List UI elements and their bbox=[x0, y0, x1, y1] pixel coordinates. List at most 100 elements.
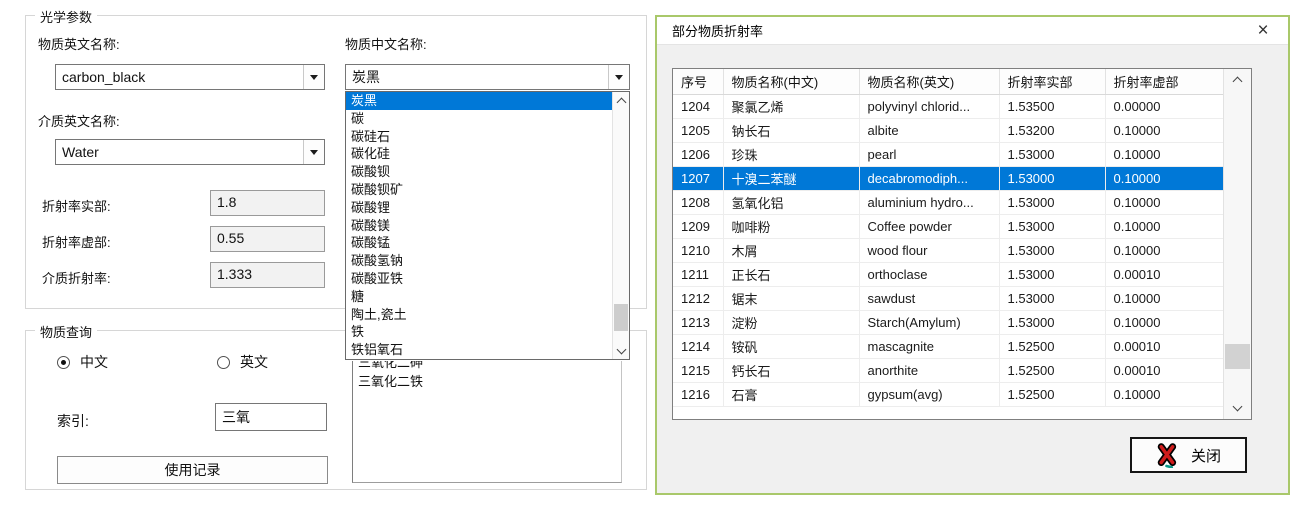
window-titlebar[interactable]: 部分物质折射率 × bbox=[657, 17, 1288, 45]
dropdown-item[interactable]: 碳酸锂 bbox=[346, 199, 612, 217]
list-item-clipped[interactable]: 三氧化二砷 bbox=[353, 361, 621, 373]
chevron-down-icon[interactable] bbox=[303, 65, 324, 89]
table-cell: 咖啡粉 bbox=[723, 214, 859, 238]
table-row[interactable]: 1206珍珠pearl1.530000.10000 bbox=[673, 142, 1223, 166]
scroll-up-icon[interactable] bbox=[613, 94, 629, 110]
close-button-label: 关闭 bbox=[1191, 445, 1221, 466]
chevron-down-icon[interactable] bbox=[608, 65, 629, 89]
dropdown-item[interactable]: 碳酸氢钠 bbox=[346, 252, 612, 270]
close-icon[interactable]: × bbox=[1248, 17, 1278, 44]
table-row[interactable]: 1204聚氯乙烯polyvinyl chlorid...1.535000.000… bbox=[673, 94, 1223, 118]
close-button[interactable]: 关闭 bbox=[1130, 437, 1247, 473]
table-cell: albite bbox=[859, 118, 999, 142]
dropdown-item[interactable]: 碳 bbox=[346, 110, 612, 128]
dropdown-item[interactable]: 碳酸锰 bbox=[346, 234, 612, 252]
radio-selected-icon[interactable] bbox=[57, 356, 70, 369]
radio-english[interactable]: 英文 bbox=[217, 352, 268, 372]
table-cell: 0.10000 bbox=[1105, 142, 1223, 166]
table-cell: 珍珠 bbox=[723, 142, 859, 166]
table-cell: 1212 bbox=[673, 286, 723, 310]
scroll-up-icon[interactable] bbox=[1224, 69, 1251, 94]
column-header[interactable]: 物质名称(英文) bbox=[859, 69, 999, 94]
column-header[interactable]: 折射率虚部 bbox=[1105, 69, 1223, 94]
dropdown-item[interactable]: 碳酸钡矿 bbox=[346, 181, 612, 199]
list-item[interactable]: 三氧化二砷 bbox=[353, 361, 621, 372]
dropdown-item[interactable]: 铁铝氧石 bbox=[346, 341, 612, 359]
dropdown-item[interactable]: 碳酸亚铁 bbox=[346, 270, 612, 288]
table-cell: 0.10000 bbox=[1105, 118, 1223, 142]
radio-english-label: 英文 bbox=[240, 352, 268, 372]
dropdown-item[interactable]: 碳硅石 bbox=[346, 128, 612, 146]
table-row[interactable]: 1205钠长石albite1.532000.10000 bbox=[673, 118, 1223, 142]
table-row[interactable]: 1207十溴二苯醚decabromodiph...1.530000.10000 bbox=[673, 166, 1223, 190]
table-row[interactable]: 1210木屑wood flour1.530000.10000 bbox=[673, 238, 1223, 262]
chevron-down-icon[interactable] bbox=[303, 140, 324, 164]
screen: 光学参数 物质英文名称: carbon_black 介质英文名称: Water … bbox=[0, 0, 1297, 508]
dropdown-item[interactable]: 糖 bbox=[346, 288, 612, 306]
dropdown-scrollbar[interactable] bbox=[612, 92, 629, 359]
refr-imag-label: 折射率虚部: bbox=[42, 232, 111, 251]
search-results-listbox[interactable]: 三氧化二砷 三氧化二铁 bbox=[352, 361, 622, 483]
index-input[interactable] bbox=[215, 403, 327, 431]
table-cell: 1205 bbox=[673, 118, 723, 142]
table-cell: Coffee powder bbox=[859, 214, 999, 238]
window-title: 部分物质折射率 bbox=[657, 21, 763, 40]
table-cell: 0.10000 bbox=[1105, 190, 1223, 214]
dropdown-item[interactable]: 碳酸镁 bbox=[346, 217, 612, 235]
table-row[interactable]: 1215钙长石anorthite1.525000.00010 bbox=[673, 358, 1223, 382]
table-cell: 1215 bbox=[673, 358, 723, 382]
table-cell: 1.53000 bbox=[999, 310, 1105, 334]
radio-chinese-label: 中文 bbox=[80, 352, 108, 372]
table-row[interactable]: 1213淀粉Starch(Amylum)1.530000.10000 bbox=[673, 310, 1223, 334]
scrollbar-thumb[interactable] bbox=[1225, 344, 1250, 369]
medium-refr-field: 1.333 bbox=[210, 262, 325, 288]
material-cn-dropdown-items: 炭黑碳碳硅石碳化硅碳酸钡碳酸钡矿碳酸锂碳酸镁碳酸锰碳酸氢钠碳酸亚铁糖陶土,瓷土铁… bbox=[346, 92, 612, 359]
column-header[interactable]: 物质名称(中文) bbox=[723, 69, 859, 94]
scroll-down-icon[interactable] bbox=[1224, 394, 1251, 419]
list-item[interactable]: 三氧化二铁 bbox=[353, 373, 621, 391]
column-header[interactable]: 折射率实部 bbox=[999, 69, 1105, 94]
table-header-row: 序号 物质名称(中文) 物质名称(英文) 折射率实部 折射率虚部 bbox=[673, 69, 1223, 94]
dropdown-item[interactable]: 碳酸钡 bbox=[346, 163, 612, 181]
table-row[interactable]: 1209咖啡粉Coffee powder1.530000.10000 bbox=[673, 214, 1223, 238]
table-cell: 0.00000 bbox=[1105, 94, 1223, 118]
dropdown-item[interactable]: 炭黑 bbox=[346, 92, 612, 110]
material-en-label: 物质英文名称: bbox=[38, 34, 120, 53]
table-row[interactable]: 1208氢氧化铝aluminium hydro...1.530000.10000 bbox=[673, 190, 1223, 214]
table-cell: 1214 bbox=[673, 334, 723, 358]
medium-en-combobox[interactable]: Water bbox=[55, 139, 325, 165]
radio-chinese[interactable]: 中文 bbox=[57, 352, 108, 372]
table-cell: 1.52500 bbox=[999, 334, 1105, 358]
table-cell: 1207 bbox=[673, 166, 723, 190]
table-cell: pearl bbox=[859, 142, 999, 166]
table-row[interactable]: 1216石膏gypsum(avg)1.525000.10000 bbox=[673, 382, 1223, 406]
dropdown-item[interactable]: 铁 bbox=[346, 323, 612, 341]
refr-real-field: 1.8 bbox=[210, 190, 325, 216]
table-cell: 0.00010 bbox=[1105, 334, 1223, 358]
table-cell: 0.10000 bbox=[1105, 166, 1223, 190]
column-header[interactable]: 序号 bbox=[673, 69, 723, 94]
table-cell: 1213 bbox=[673, 310, 723, 334]
table-row[interactable]: 1211正长石orthoclase1.530000.00010 bbox=[673, 262, 1223, 286]
table-scrollbar[interactable] bbox=[1223, 69, 1251, 419]
history-button[interactable]: 使用记录 bbox=[57, 456, 328, 484]
table-row[interactable]: 1214铵矾mascagnite1.525000.00010 bbox=[673, 334, 1223, 358]
radio-unselected-icon[interactable] bbox=[217, 356, 230, 369]
table-row[interactable]: 1212锯末sawdust1.530000.10000 bbox=[673, 286, 1223, 310]
group-title: 光学参数 bbox=[35, 7, 97, 26]
table-cell: 1.52500 bbox=[999, 382, 1105, 406]
table-cell: 1.53000 bbox=[999, 262, 1105, 286]
scrollbar-thumb[interactable] bbox=[614, 304, 628, 331]
material-en-combobox[interactable]: carbon_black bbox=[55, 64, 325, 90]
table-cell: 1211 bbox=[673, 262, 723, 286]
scroll-down-icon[interactable] bbox=[613, 341, 629, 357]
table-cell: 0.10000 bbox=[1105, 310, 1223, 334]
table-cell: 1.53500 bbox=[999, 94, 1105, 118]
table-cell: 1.53200 bbox=[999, 118, 1105, 142]
dropdown-item[interactable]: 碳化硅 bbox=[346, 145, 612, 163]
table-cell: 1.53000 bbox=[999, 166, 1105, 190]
table-cell: 1.53000 bbox=[999, 214, 1105, 238]
dropdown-item[interactable]: 陶土,瓷土 bbox=[346, 306, 612, 324]
material-cn-combobox[interactable]: 炭黑 bbox=[345, 64, 630, 90]
refr-real-label: 折射率实部: bbox=[42, 196, 111, 215]
